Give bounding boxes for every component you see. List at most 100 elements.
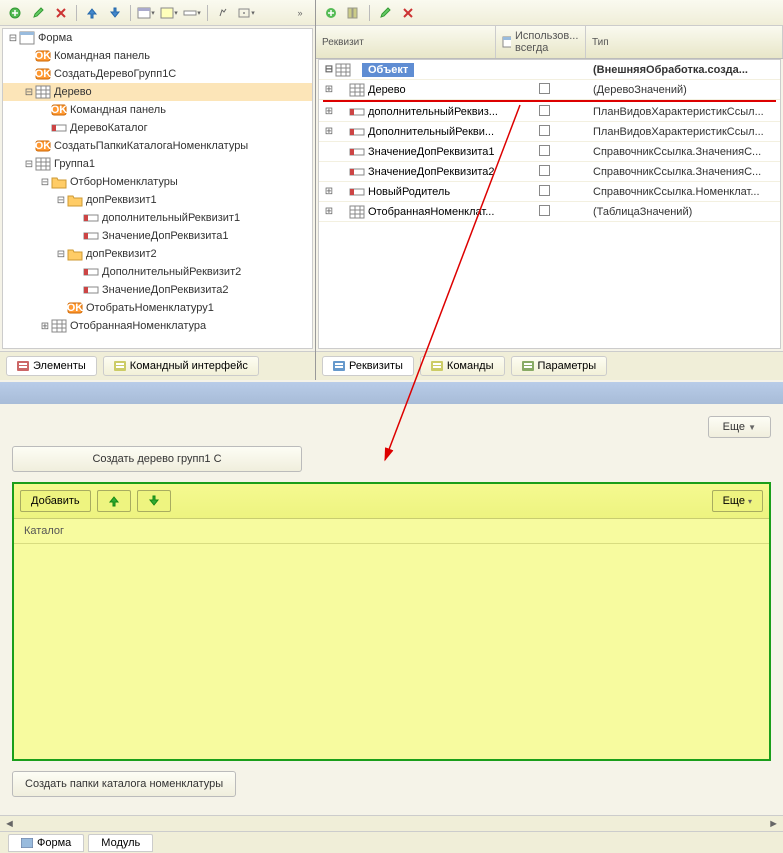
- svg-text:OK: OK: [35, 140, 51, 152]
- expand-icon[interactable]: ⊟: [55, 195, 67, 206]
- tab-elements[interactable]: Элементы: [6, 356, 97, 376]
- tab-label: Элементы: [33, 360, 86, 372]
- down-icon[interactable]: [105, 3, 125, 23]
- attr-type: СправочникСсылка.Номенклат...: [589, 186, 780, 198]
- create-folders-button[interactable]: Создать папки каталога номенклатуры: [12, 771, 236, 797]
- tree-item[interactable]: ·OKСоздатьПапкиКаталогаНоменклатуры: [3, 137, 312, 155]
- attribute-row[interactable]: ·ЗначениеДопРеквизита2СправочникСсылка.З…: [319, 162, 780, 182]
- attribute-row[interactable]: ⊞ОтобраннаяНоменклат...(ТаблицаЗначений): [319, 202, 780, 222]
- expand-icon[interactable]: ⊞: [39, 321, 51, 332]
- tree-item[interactable]: ⊟Группа1: [3, 155, 312, 173]
- expand-icon[interactable]: ⊞: [323, 106, 335, 117]
- checkbox[interactable]: [539, 145, 550, 156]
- checkbox[interactable]: [539, 83, 550, 94]
- grid-body[interactable]: [14, 544, 769, 759]
- tree-item[interactable]: ⊟допРеквизит1: [3, 191, 312, 209]
- checkbox[interactable]: [539, 205, 550, 216]
- panel3-icon[interactable]: ▾: [182, 3, 202, 23]
- tree-item[interactable]: ·OKКомандная панель: [3, 101, 312, 119]
- svg-text:OK: OK: [35, 68, 51, 80]
- tree-item[interactable]: ·ДеревоКаталог: [3, 119, 312, 137]
- tree-label: допРеквизит2: [86, 248, 157, 260]
- scroll-left-icon[interactable]: ◄: [0, 818, 19, 830]
- move-up-button[interactable]: [97, 490, 131, 512]
- expand-icon[interactable]: ⊟: [23, 159, 35, 170]
- grid-column-catalog[interactable]: Каталог: [14, 519, 769, 544]
- checkbox[interactable]: [539, 125, 550, 136]
- col-type[interactable]: Тип: [586, 26, 783, 58]
- expand-icon[interactable]: ⊞: [323, 206, 335, 217]
- expand-icon[interactable]: ⊟: [39, 177, 51, 188]
- col-attribute[interactable]: Реквизит: [316, 26, 496, 58]
- expand-icon[interactable]: ⊞: [323, 126, 335, 137]
- attr-name: НовыйРодитель: [368, 186, 450, 198]
- tab-parameters[interactable]: Параметры: [511, 356, 608, 376]
- bottom-tab-bar: Форма Модуль: [0, 831, 783, 853]
- tree-item[interactable]: ⊟ОтборНоменклатуры: [3, 173, 312, 191]
- checkbox[interactable]: [539, 165, 550, 176]
- up-icon[interactable]: [82, 3, 102, 23]
- tab-label: Форма: [37, 837, 71, 849]
- move-down-button[interactable]: [137, 490, 171, 512]
- tool1-icon[interactable]: [213, 3, 233, 23]
- tree-item[interactable]: ·OKСоздатьДеревоГрупп1С: [3, 65, 312, 83]
- tree-item[interactable]: ·дополнительныйРеквизит1: [3, 209, 312, 227]
- tree-item[interactable]: ·OKОтобратьНоменклатуру1: [3, 299, 312, 317]
- horizontal-scrollbar[interactable]: ◄ ►: [0, 815, 783, 831]
- delete-icon[interactable]: [51, 3, 71, 23]
- edit-icon[interactable]: [375, 3, 395, 23]
- tab-commands[interactable]: Команды: [420, 356, 505, 376]
- tree-item[interactable]: ·ЗначениеДопРеквизита2: [3, 281, 312, 299]
- field-icon: [83, 229, 99, 243]
- tab-command-interface[interactable]: Командный интерфейс: [103, 356, 259, 376]
- grid-more-button[interactable]: Еще ▾: [712, 490, 763, 512]
- expand-icon[interactable]: ⊞: [323, 84, 335, 95]
- tree-item[interactable]: ·ЗначениеДопРеквизита1: [3, 227, 312, 245]
- panel2-icon[interactable]: ▾: [159, 3, 179, 23]
- more-button[interactable]: Еще ▼: [708, 416, 771, 438]
- tab-form[interactable]: Форма: [8, 834, 84, 852]
- attribute-row[interactable]: ⊞дополнительныйРеквиз...ПланВидовХаракте…: [319, 102, 780, 122]
- attribute-row[interactable]: ⊞ДополнительныйРекви...ПланВидовХарактер…: [319, 122, 780, 142]
- tree-label: ЗначениеДопРеквизита2: [102, 284, 229, 296]
- columns-icon[interactable]: [344, 3, 364, 23]
- add-column-icon[interactable]: [321, 3, 341, 23]
- tree-grid-panel: Добавить Еще ▾ Каталог: [12, 482, 771, 761]
- expand-icon[interactable]: ⊟: [55, 249, 67, 260]
- ok-icon: OK: [35, 139, 51, 153]
- create-tree-button[interactable]: Создать дерево групп1 С: [12, 446, 302, 472]
- attr-name: ЗначениеДопРеквизита2: [368, 166, 495, 178]
- tab-attributes[interactable]: Реквизиты: [322, 356, 414, 376]
- checkbox[interactable]: [539, 105, 550, 116]
- checkbox[interactable]: [539, 185, 550, 196]
- attribute-row[interactable]: ⊟Объект(ВнешняяОбработка.созда...: [319, 60, 780, 80]
- attribute-row[interactable]: ·ЗначениеДопРеквизита1СправочникСсылка.З…: [319, 142, 780, 162]
- add-button[interactable]: Добавить: [20, 490, 91, 512]
- tree-item[interactable]: ·OKКомандная панель: [3, 47, 312, 65]
- attr-type: ПланВидовХарактеристикСсыл...: [589, 106, 780, 118]
- tab-module[interactable]: Модуль: [88, 834, 153, 852]
- attribute-row[interactable]: ⊞ НовыйРодитель СправочникСсылка.Номенклат…: [319, 182, 780, 202]
- col-use-always[interactable]: Использов... всегда: [496, 26, 586, 58]
- grid-icon: [349, 205, 365, 219]
- attribute-row[interactable]: ⊞Дерево(ДеревоЗначений): [319, 80, 780, 100]
- tree-item[interactable]: ⊞ОтобраннаяНоменклатура: [3, 317, 312, 335]
- chevron-icon[interactable]: »: [290, 3, 310, 23]
- tool2-icon[interactable]: ▾: [236, 3, 256, 23]
- delete-icon[interactable]: [398, 3, 418, 23]
- tree-item[interactable]: ⊟ допРеквизит2: [3, 245, 312, 263]
- expand-icon[interactable]: ⊟: [23, 87, 35, 98]
- more-label: Еще: [723, 495, 745, 507]
- tree-label: ДеревоКаталог: [70, 122, 148, 134]
- add-icon[interactable]: [5, 3, 25, 23]
- tree-item[interactable]: ⊟Дерево: [3, 83, 312, 101]
- tree-item[interactable]: ⊟Форма: [3, 29, 312, 47]
- grid-icon: [35, 85, 51, 99]
- left-tree: ⊟Форма·OKКомандная панель·OKСоздатьДерев…: [2, 28, 313, 349]
- scroll-right-icon[interactable]: ►: [764, 818, 783, 830]
- edit-icon[interactable]: [28, 3, 48, 23]
- expand-icon[interactable]: ⊟: [7, 33, 19, 44]
- panel1-icon[interactable]: ▾: [136, 3, 156, 23]
- expand-icon[interactable]: ⊞: [323, 186, 335, 197]
- tree-item[interactable]: ·ДополнительныйРеквизит2: [3, 263, 312, 281]
